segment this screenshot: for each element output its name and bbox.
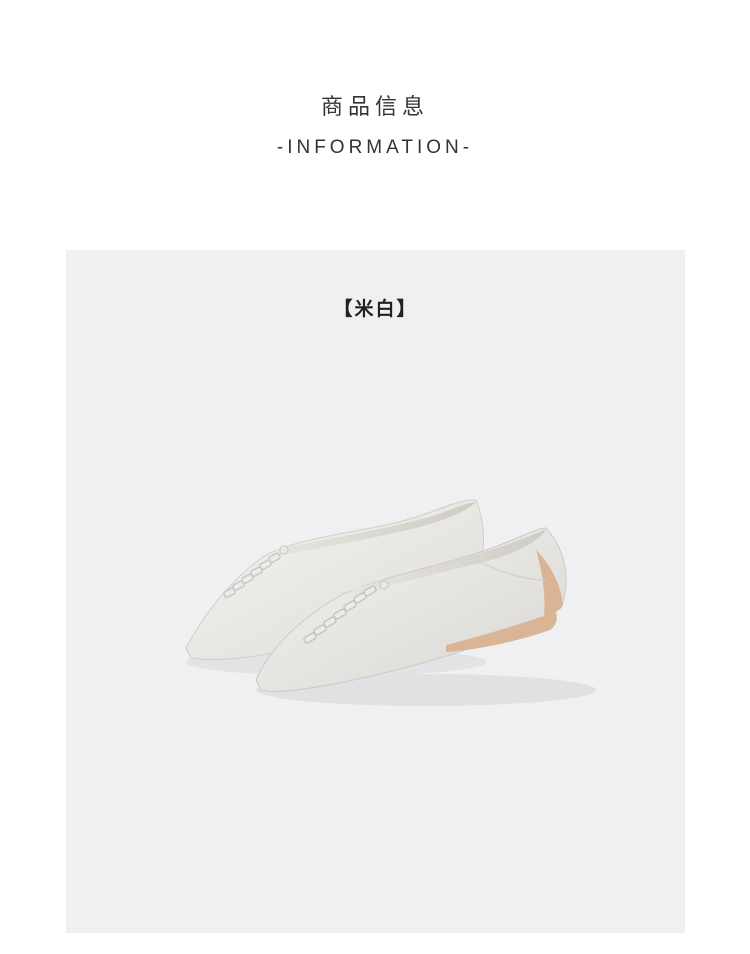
section-title: 商品信息 (320, 95, 429, 120)
section-subtitle: -INFORMATION- (276, 137, 474, 158)
section-header: 商品信息 -INFORMATION- (0, 88, 750, 166)
product-image (185, 499, 596, 706)
product-panel: 【米白】 (66, 250, 685, 933)
